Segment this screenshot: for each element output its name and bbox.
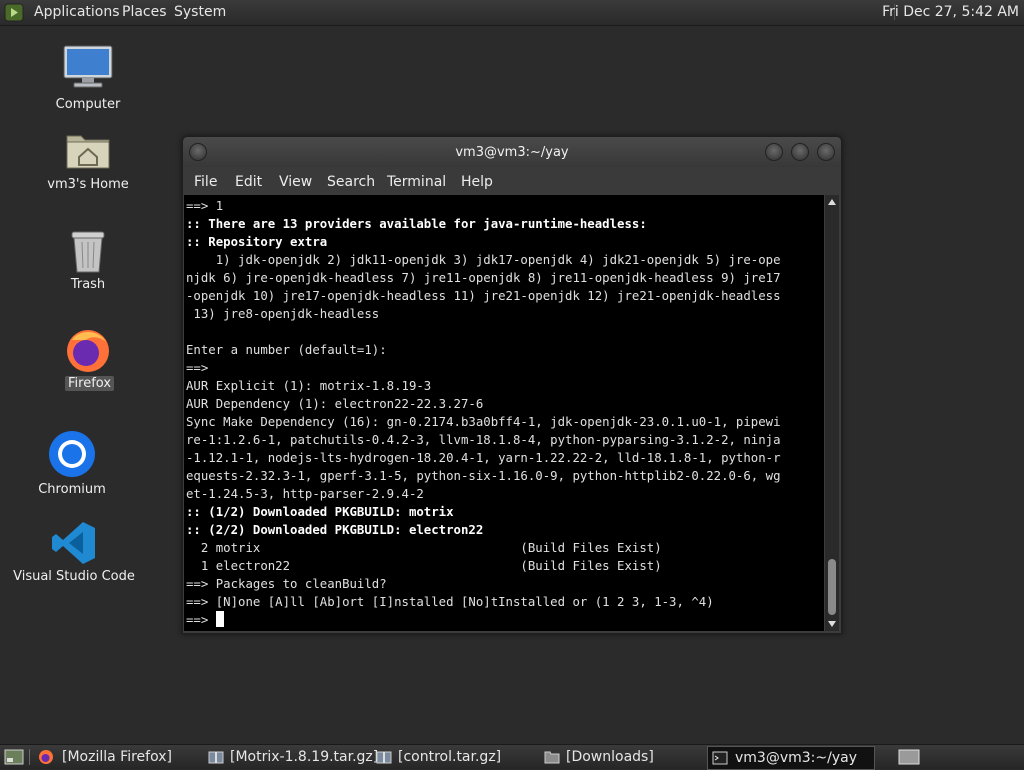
applications-menu-icon[interactable] [4,3,24,22]
bottom-taskbar: [Mozilla Firefox] [Motrix-1.8.19.tar.gz]… [0,744,1024,770]
archive-icon [208,751,224,764]
terminal-line: 2 motrix (Build Files Exist) [186,541,662,555]
clock[interactable]: Fri Dec 27, 5:42 AM [882,4,1019,20]
terminal-line: equests-2.32.3-1, gperf-3.1-5, python-si… [186,469,781,483]
terminal-prompt-line[interactable]: ==> [186,611,781,629]
taskbar-item-motrix-archive[interactable]: [Motrix-1.8.19.tar.gz] [204,746,378,768]
terminal-line: ==> 1 [186,199,224,213]
terminal-line: 13) jre8-openjdk-headless [186,307,380,321]
terminal-menubar: File Edit View Search Terminal Help [183,167,841,195]
terminal-line: 1) jdk-openjdk 2) jdk11-openjdk 3) jdk17… [186,253,781,267]
terminal-line: ==> Packages to cleanBuild? [186,577,387,591]
desktop-icon-label: Chromium [38,482,106,497]
terminal-line: 1 electron22 (Build Files Exist) [186,559,662,573]
terminal-line: et-1.24.5-3, http-parser-2.9.4-2 [186,487,424,501]
menu-help[interactable]: Help [461,174,493,190]
chromium-icon [49,431,95,477]
taskbar-item-label: [Motrix-1.8.19.tar.gz] [230,749,379,765]
menu-view[interactable]: View [279,174,312,190]
menu-system[interactable]: System [174,4,226,20]
desktop-icon-computer[interactable]: Computer [40,44,136,120]
taskbar-item-label: vm3@vm3:~/yay [735,750,857,766]
terminal-line: re-1:1.2.6-1, patchutils-0.4.2-3, llvm-1… [186,433,781,447]
terminal-line: -1.12.1-1, nodejs-lts-hydrogen-18.20.4-1… [186,451,781,465]
desktop-icon-label: Trash [70,277,106,292]
terminal-line: -openjdk 10) jre17-openjdk-headless 11) … [186,289,781,303]
close-button[interactable] [817,143,835,161]
archive-icon [376,751,392,764]
show-desktop-icon[interactable] [4,749,24,765]
terminal-icon [712,751,728,765]
taskbar-separator [29,749,30,765]
terminal-output[interactable]: ==> 1:: There are 13 providers available… [184,195,824,631]
menu-places[interactable]: Places [122,4,167,20]
desktop-icon-vscode[interactable]: Visual Studio Code [10,520,138,588]
desktop-icon-label: Visual Studio Code [13,569,135,584]
menu-search[interactable]: Search [327,174,375,190]
terminal-prompt: ==> [186,613,216,627]
desktop-icon-trash[interactable]: Trash [40,228,136,296]
minimize-button[interactable] [765,143,783,161]
desktop-icon-firefox[interactable]: Firefox [40,324,136,396]
taskbar-item-terminal[interactable]: vm3@vm3:~/yay [707,746,875,770]
terminal-line: :: (2/2) Downloaded PKGBUILD: electron22 [186,523,484,537]
terminal-line: njdk 6) jre-openjdk-headless 7) jre11-op… [186,271,781,285]
terminal-line: ==> [N]one [A]ll [Ab]ort [I]nstalled [No… [186,595,714,609]
terminal-line: AUR Dependency (1): electron22-22.3.27-6 [186,397,484,411]
taskbar-item-label: [Downloads] [566,749,654,765]
firefox-icon [39,750,53,764]
vscode-icon [52,522,95,564]
computer-icon [63,45,113,88]
terminal-line: Enter a number (default=1): [186,343,387,357]
taskbar-item-label: [control.tar.gz] [398,749,502,765]
scroll-down-arrow-icon[interactable] [828,621,836,627]
text-cursor [215,611,224,627]
scroll-up-arrow-icon[interactable] [828,199,836,205]
desktop-icon-label: Firefox [65,376,115,391]
maximize-button[interactable] [791,143,809,161]
desktop-icon-label: vm3's Home [47,177,129,192]
window-titlebar[interactable]: vm3@vm3:~/yay [183,137,841,167]
terminal-lines: ==> 1:: There are 13 providers available… [186,197,781,629]
menu-file[interactable]: File [194,174,217,190]
home-folder-icon [66,135,110,169]
terminal-line: :: (1/2) Downloaded PKGBUILD: motrix [186,505,454,519]
menu-applications[interactable]: Applications [34,4,120,20]
desktop-icon-home[interactable]: vm3's Home [40,128,136,198]
terminal-line: ==> [186,361,209,375]
terminal-scrollbar[interactable] [825,195,839,631]
terminal-line: :: Repository extra [186,235,328,249]
trash-icon [71,231,105,273]
menu-edit[interactable]: Edit [235,174,262,190]
workspace-switcher-icon[interactable] [898,749,920,765]
taskbar-item-downloads[interactable]: [Downloads] [540,746,704,768]
taskbar-item-firefox[interactable]: [Mozilla Firefox] [34,746,200,768]
folder-icon [544,751,560,764]
desktop-icon-chromium[interactable]: Chromium [24,430,120,498]
firefox-icon [67,330,109,372]
terminal-line: Sync Make Dependency (16): gn-0.2174.b3a… [186,415,781,429]
desktop-icon-label: Computer [55,97,121,112]
taskbar-item-label: [Mozilla Firefox] [62,749,172,765]
top-panel: Applications Places System Fri Dec 27, 5… [0,0,1024,26]
window-title: vm3@vm3:~/yay [455,145,569,160]
scrollbar-thumb[interactable] [828,559,836,615]
terminal-line: AUR Explicit (1): motrix-1.8.19-3 [186,379,432,393]
taskbar-item-control-archive[interactable]: [control.tar.gz] [372,746,536,768]
terminal-window[interactable]: vm3@vm3:~/yay File Edit View Search Term… [182,136,842,634]
terminal-line: :: There are 13 providers available for … [186,217,647,231]
menu-terminal[interactable]: Terminal [387,174,446,190]
